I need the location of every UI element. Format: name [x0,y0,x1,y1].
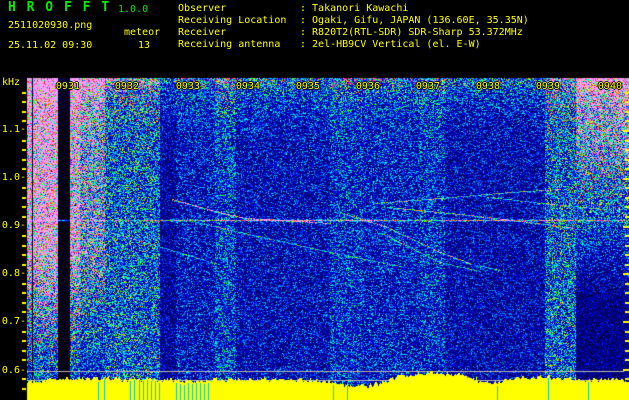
freq-axis-unit: kHz [2,77,21,88]
app-version: 1.0.0 [118,4,149,15]
time-label: 0937 [415,81,440,92]
time-label: 0931 [55,81,80,92]
receiver-info-row: Receiving Location : Ogaki, Gifu, JAPAN (… [178,15,529,27]
freq-label: 1.0- [1,172,26,183]
time-label: 0933 [175,81,200,92]
info-label: Receiving antenna [178,39,281,50]
receiver-info-list: Observer: Takanori Kawachi Receiving Loca… [178,3,529,51]
freq-label: 1.1- [1,124,26,135]
info-label: Receiver [178,27,227,38]
time-label: 0940 [597,81,622,92]
freq-label: 0.9- [1,220,26,231]
time-label: 0932 [114,81,139,92]
freq-label: 0.6- [1,365,26,376]
observation-datetime: 25.11.02 09:30 [8,40,93,51]
receiver-info-row: Receiving antenna : 2el-HB9CV Vertical (e… [178,39,529,51]
spectrogram-canvas [0,0,629,400]
freq-label: 0.8- [1,268,26,279]
mode-label: meteor [124,27,161,38]
output-filename: 2511020930.png [8,20,93,31]
time-label: 0935 [295,81,320,92]
receiver-info-row: Receiver : R820T2(RTL-SDR) SDR-Sharp 53.3… [178,27,529,39]
freq-label: 0.7- [1,316,26,327]
hrofft-window: H R O F F T 1.0.0 2511020930.png meteor … [0,0,629,400]
receiver-info-row: Observer : Takanori Kawachi [178,3,529,15]
info-label: Observer [178,3,227,14]
info-value: : R820T2(RTL-SDR) SDR-Sharp 53.372MHz [300,27,523,38]
echo-count: 13 [138,40,151,51]
info-label: Receiving Location [178,15,287,26]
time-label: 0938 [475,81,500,92]
info-value: : Takanori Kawachi [300,3,409,14]
app-title: H R O F F T [8,0,111,15]
time-label: 0934 [235,81,260,92]
info-value: : Ogaki, Gifu, JAPAN (136.60E, 35.35N) [300,15,529,26]
time-label: 0939 [535,81,560,92]
time-label: 0936 [355,81,380,92]
info-value: : 2el-HB9CV Vertical (el. E-W) [300,39,481,50]
